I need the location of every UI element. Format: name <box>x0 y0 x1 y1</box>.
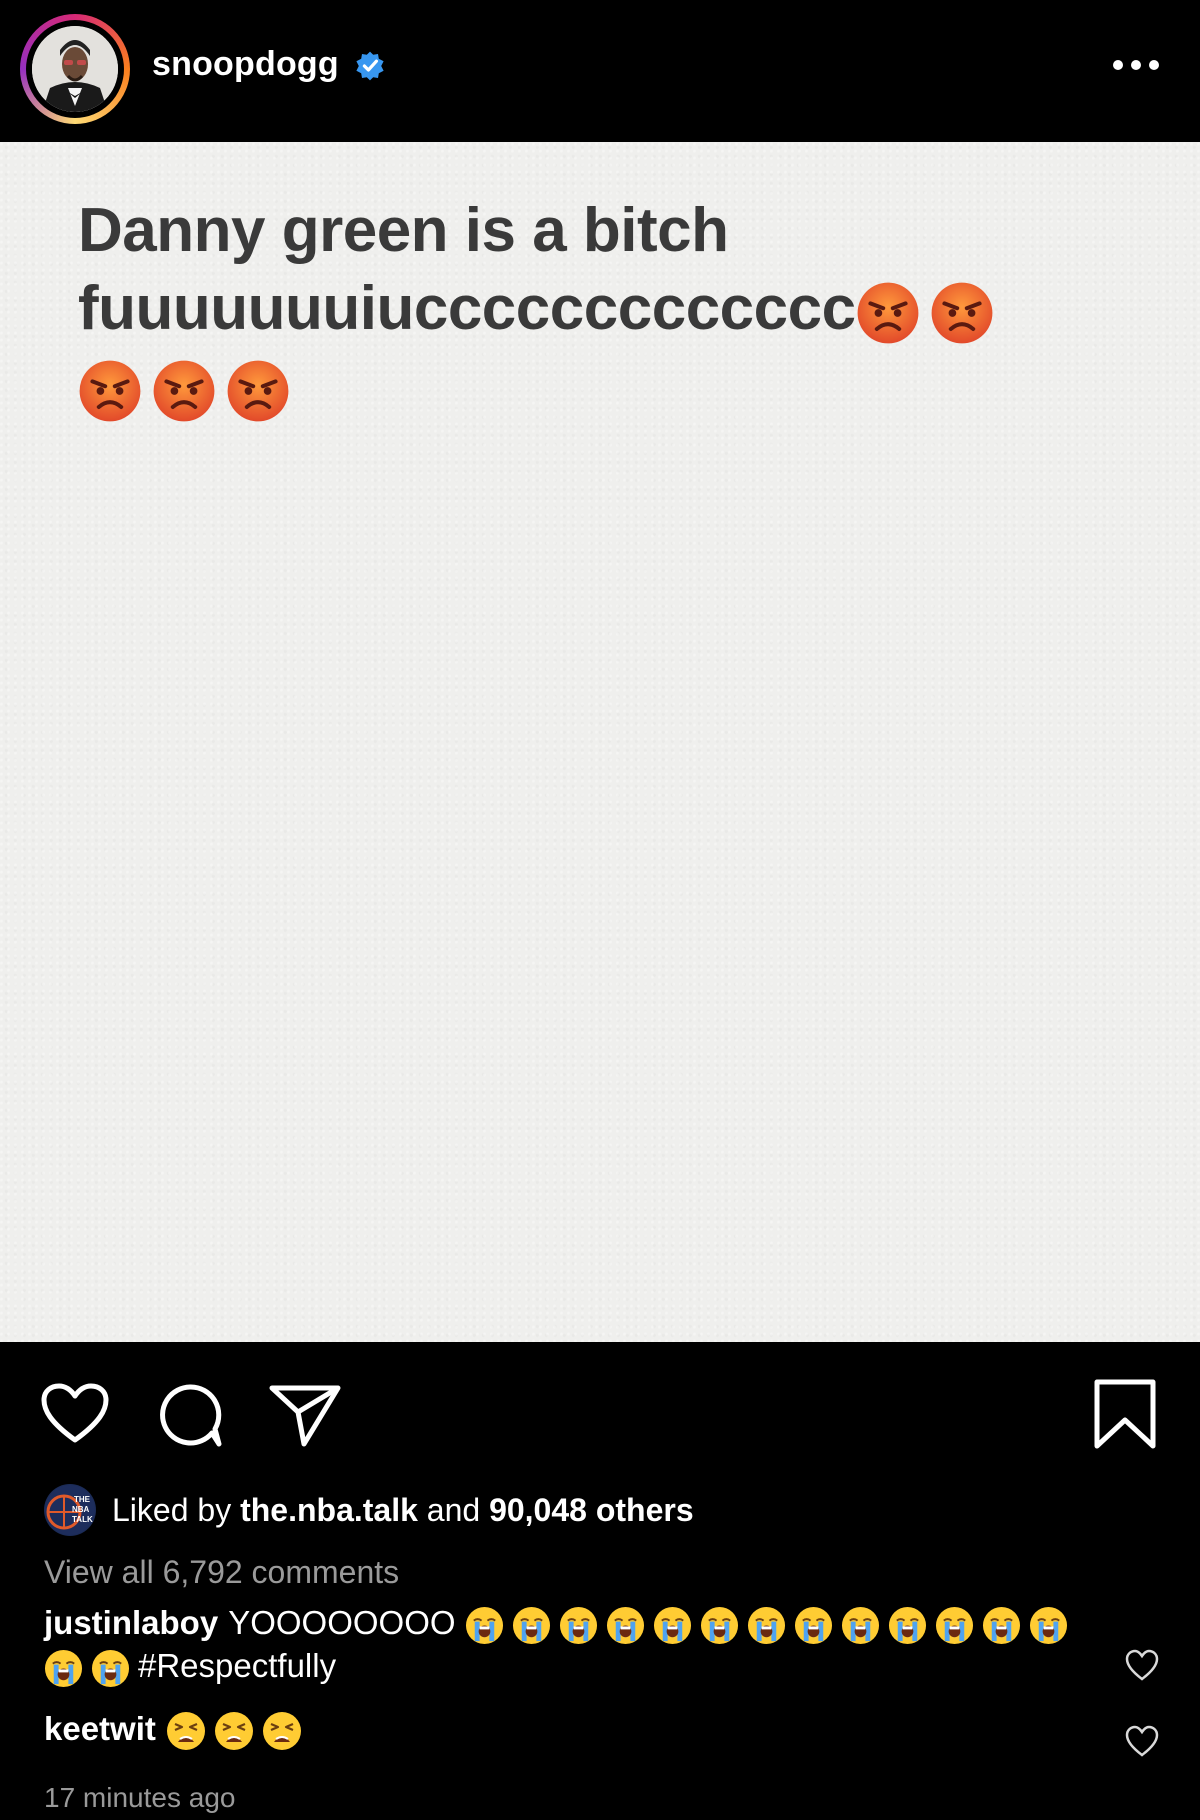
loudly-crying-face-icon <box>653 1606 691 1644</box>
angry-face-icon <box>227 360 289 422</box>
weary-face-icon <box>214 1712 253 1751</box>
heart-icon[interactable] <box>40 1382 110 1446</box>
loudly-crying-face-icon <box>1029 1606 1067 1644</box>
likes-count[interactable]: 90,048 others <box>489 1492 694 1529</box>
comment-2: keetwit <box>44 1708 1094 1751</box>
comment-username[interactable]: keetwit <box>44 1710 156 1747</box>
angry-face-icon <box>931 282 993 344</box>
more-horizontal-icon[interactable] <box>1110 48 1162 82</box>
post-timestamp: 17 minutes ago <box>44 1782 236 1813</box>
post-line-2-text: fuuuuuuuiuccccccccccccc <box>78 274 856 343</box>
comment-username[interactable]: justinlaboy <box>44 1604 218 1641</box>
post-header: snoopdogg <box>0 0 1200 142</box>
svg-text:THE: THE <box>74 1495 91 1504</box>
comment-1: justinlaboy YOOOOOOOO #Respectfully <box>44 1602 1094 1688</box>
loudly-crying-face-icon <box>512 1606 550 1644</box>
loudly-crying-face-icon <box>982 1606 1020 1644</box>
loudly-crying-face-icon <box>888 1606 926 1644</box>
loudly-crying-face-icon <box>935 1606 973 1644</box>
svg-text:TALK: TALK <box>72 1515 93 1524</box>
post-image[interactable]: Danny green is a bitch fuuuuuuuiuccccccc… <box>0 142 1200 1342</box>
post-line-1: Danny green is a bitch <box>78 196 729 265</box>
loudly-crying-face-icon <box>559 1606 597 1644</box>
loudly-crying-face-icon <box>606 1606 644 1644</box>
post-actions-area: THE NBA TALK Liked by the.nba.talk and 9… <box>0 1342 1200 1820</box>
weary-face-icon <box>166 1712 205 1751</box>
post-caption-text: Danny green is a bitch fuuuuuuuiuccccccc… <box>78 192 1118 426</box>
avatar-image <box>32 26 118 112</box>
angry-face-icon <box>857 282 919 344</box>
loudly-crying-face-icon <box>700 1606 738 1644</box>
loudly-crying-face-icon <box>794 1606 832 1644</box>
svg-text:NBA: NBA <box>72 1505 90 1514</box>
loudly-crying-face-icon <box>841 1606 879 1644</box>
comment-text: YOOOOOOOO <box>228 1604 456 1641</box>
bookmark-icon[interactable] <box>1092 1378 1158 1452</box>
liker-avatar[interactable]: THE NBA TALK <box>44 1484 96 1536</box>
comment-like-heart-icon[interactable] <box>1124 1724 1160 1760</box>
post-line-2: fuuuuuuuiuccccccccccccc <box>78 270 1118 348</box>
loudly-crying-face-icon <box>44 1649 83 1687</box>
avatar[interactable] <box>32 26 118 112</box>
weary-face-icon <box>262 1712 301 1751</box>
comment-icon[interactable] <box>155 1382 225 1448</box>
liker-username[interactable]: the.nba.talk <box>240 1492 418 1529</box>
send-icon[interactable] <box>268 1382 342 1448</box>
liked-by-prefix: Liked by <box>112 1491 232 1528</box>
loudly-crying-face-icon <box>91 1649 130 1687</box>
comment-like-heart-icon[interactable] <box>1124 1648 1160 1684</box>
angry-face-icon <box>79 360 141 422</box>
angry-emoji-group <box>856 274 1004 344</box>
username[interactable]: snoopdogg <box>152 45 339 84</box>
loudly-crying-face-icon <box>747 1606 785 1644</box>
view-all-comments-link[interactable]: View all 6,792 comments <box>44 1554 399 1591</box>
nba-talk-logo: THE NBA TALK <box>45 1485 95 1535</box>
verified-badge-icon <box>356 51 384 81</box>
weary-emoji-group <box>166 1710 310 1751</box>
loudly-crying-face-icon <box>465 1606 503 1644</box>
liked-by-middle: and <box>426 1491 481 1528</box>
angry-emoji-row <box>78 348 1118 426</box>
comment-hashtag[interactable]: #Respectfully <box>138 1647 336 1684</box>
likes-summary[interactable]: THE NBA TALK Liked by the.nba.talk and 9… <box>44 1484 694 1536</box>
angry-face-icon <box>153 360 215 422</box>
